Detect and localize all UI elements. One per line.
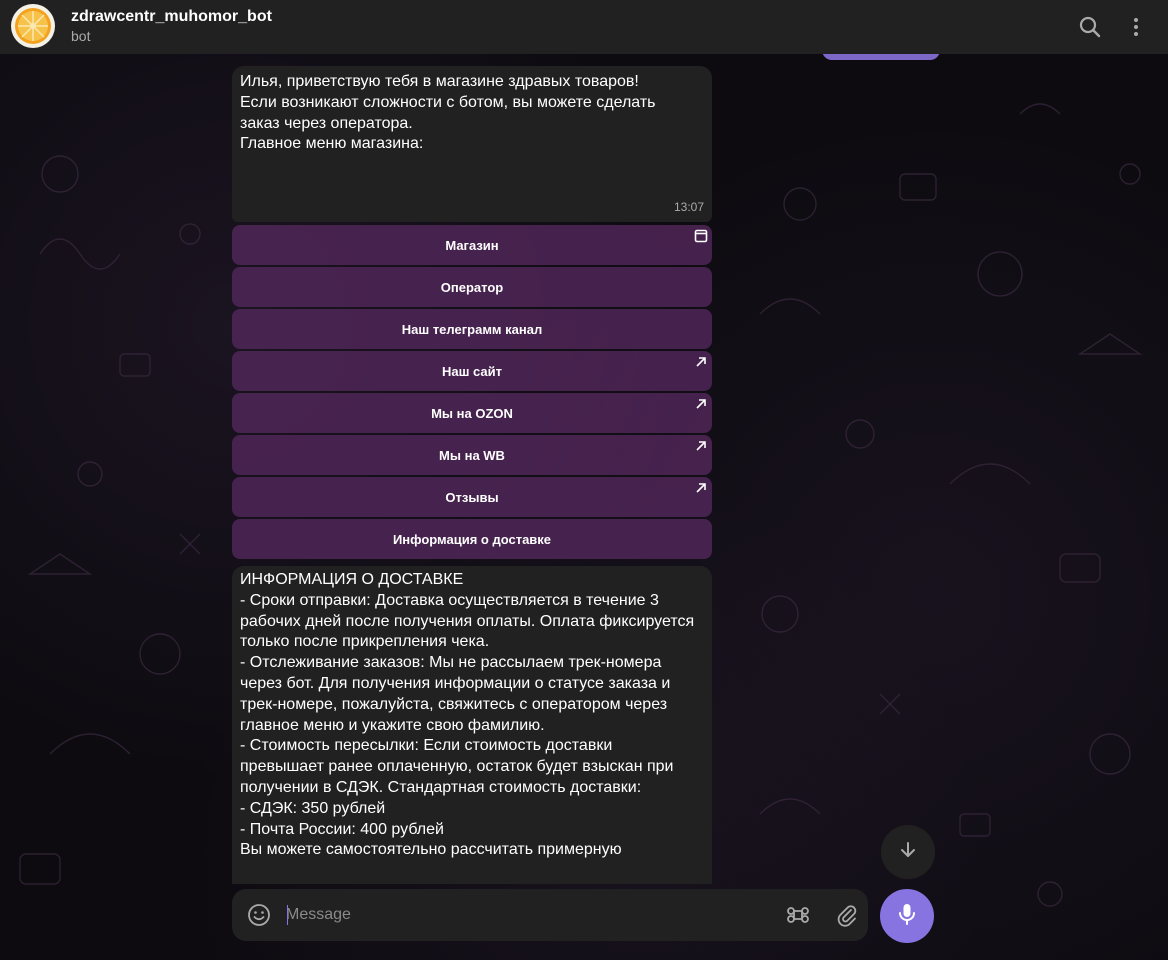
- bot-commands-icon[interactable]: [784, 901, 812, 929]
- keyboard-button-label: Наш сайт: [441, 363, 503, 379]
- external-link-icon: [694, 439, 708, 453]
- attach-icon[interactable]: [834, 902, 860, 928]
- keyboard-button-wb[interactable]: Мы на WB: [232, 435, 712, 475]
- message-bubble-delivery: ИНФОРМАЦИЯ О ДОСТАВКЕ - Сроки отправки: …: [232, 566, 712, 884]
- message-time: 13:07: [673, 200, 704, 215]
- message-text-line: трек-номере, пожалуйста, свяжитесь с опе…: [240, 695, 668, 713]
- keyboard-button-shop[interactable]: Магазин: [232, 225, 712, 265]
- message-text-line: превышает ранее оплаченную, остаток буде…: [240, 758, 674, 776]
- message-text-line: Если возникают сложности с ботом, вы мож…: [240, 93, 656, 111]
- message-text-line: - Почта России: 400 рублей: [240, 820, 444, 838]
- web-app-icon: [694, 229, 708, 243]
- message-text-line: через бот. Для получения информации о ст…: [240, 674, 671, 692]
- message-text-line: получении в СДЭК. Стандартная стоимость …: [240, 778, 642, 796]
- message-bubble-greeting: Илья, приветствую тебя в магазине здравы…: [232, 66, 712, 222]
- search-icon[interactable]: [1076, 13, 1104, 41]
- external-link-icon: [694, 397, 708, 411]
- chat-header: zdrawcentr_muhomor_bot bot: [0, 0, 1168, 54]
- message-text-line: заказ через оператора.: [240, 114, 413, 132]
- message-text-line: главное меню и укажите свою фамилию.: [240, 716, 545, 734]
- message-text-line: - Стоимость пересылки: Если стоимость до…: [240, 737, 613, 755]
- keyboard-button-label: Мы на WB: [439, 447, 505, 463]
- keyboard-button-label: Наш телеграмм канал: [401, 321, 543, 337]
- keyboard-button-delivery-info[interactable]: Информация о доставке: [232, 519, 712, 559]
- message-text-line: - Отслеживание заказов: Мы не рассылаем …: [240, 654, 662, 672]
- external-link-icon: [694, 481, 708, 495]
- message-composer: [232, 889, 868, 941]
- keyboard-button-label: Отзывы: [445, 489, 499, 505]
- emoji-icon[interactable]: [246, 902, 272, 928]
- keyboard-button-label: Оператор: [440, 279, 504, 295]
- chat-title[interactable]: zdrawcentr_muhomor_bot: [71, 8, 272, 26]
- message-text-line: рабочих дней после получения оплаты. Опл…: [240, 612, 695, 630]
- message-text-line: - СДЭК: 350 рублей: [240, 799, 386, 817]
- bot-avatar[interactable]: [11, 4, 55, 48]
- external-link-icon: [694, 355, 708, 369]
- chat-subtitle: bot: [71, 28, 91, 44]
- keyboard-button-telegram-channel[interactable]: Наш телеграмм канал: [232, 309, 712, 349]
- message-text-line: Главное меню магазина:: [240, 135, 424, 153]
- keyboard-button-operator[interactable]: Оператор: [232, 267, 712, 307]
- scroll-to-bottom-button[interactable]: [881, 825, 935, 879]
- microphone-icon: [894, 901, 920, 932]
- message-text-line: Илья, приветствую тебя в магазине здравы…: [240, 73, 639, 90]
- keyboard-button-reviews[interactable]: Отзывы: [232, 477, 712, 517]
- message-text-line: ИНФОРМАЦИЯ О ДОСТАВКЕ: [240, 571, 464, 588]
- voice-message-button[interactable]: [880, 889, 934, 943]
- message-input[interactable]: [286, 901, 766, 929]
- arrow-down-icon: [896, 838, 920, 867]
- text-caret: [287, 905, 288, 925]
- message-text-line: Вы можете самостоятельно рассчитать прим…: [240, 841, 622, 859]
- message-text-line: только после прикрепления чека.: [240, 633, 490, 651]
- keyboard-button-website[interactable]: Наш сайт: [232, 351, 712, 391]
- message-text-line: - Сроки отправки: Доставка осуществляетс…: [240, 591, 659, 609]
- keyboard-button-label: Магазин: [445, 237, 499, 253]
- keyboard-button-label: Мы на OZON: [431, 405, 513, 421]
- more-options-icon[interactable]: [1122, 13, 1150, 41]
- keyboard-button-ozon[interactable]: Мы на OZON: [232, 393, 712, 433]
- keyboard-button-label: Информация о доставке: [392, 531, 552, 547]
